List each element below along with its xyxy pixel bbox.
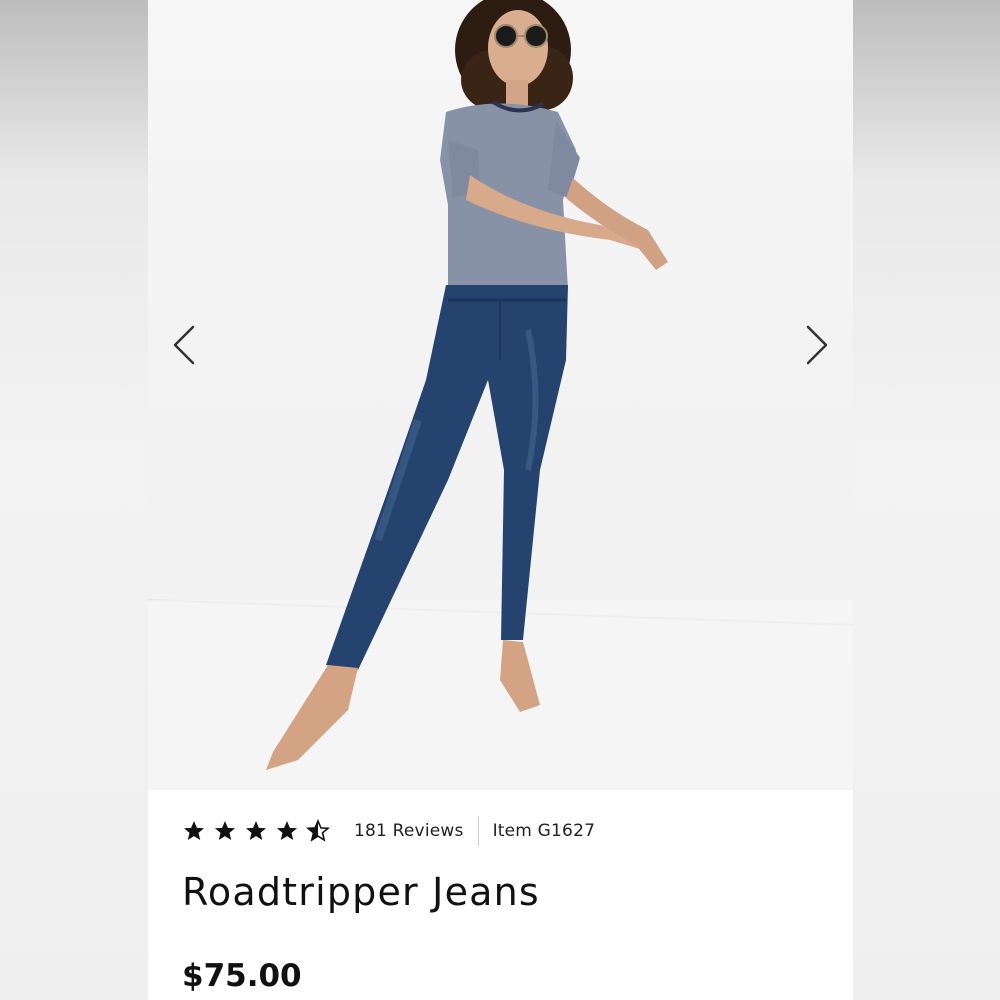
item-number: Item G1627 xyxy=(492,821,596,841)
star-icon xyxy=(184,821,204,840)
star-rating[interactable] xyxy=(182,819,330,843)
previous-image-button[interactable] xyxy=(163,315,203,375)
chevron-right-icon xyxy=(806,325,828,365)
star-icon xyxy=(277,821,297,840)
product-title: Roadtripper Jeans xyxy=(182,870,540,914)
model-photo xyxy=(148,0,853,790)
chevron-left-icon xyxy=(173,325,195,365)
rating-row: 181 Reviews Item G1627 xyxy=(182,816,595,846)
left-backdrop xyxy=(0,0,148,1000)
star-icon xyxy=(306,819,330,842)
rating-divider xyxy=(477,816,479,846)
reviews-link[interactable]: 181 Reviews xyxy=(354,821,464,841)
product-price: $75.00 xyxy=(182,958,302,994)
product-info: 181 Reviews Item G1627 Roadtripper Jeans… xyxy=(148,790,853,1000)
product-page: 181 Reviews Item G1627 Roadtripper Jeans… xyxy=(148,0,853,1000)
next-image-button[interactable] xyxy=(798,315,838,375)
right-backdrop xyxy=(853,0,1000,1000)
star-icon xyxy=(215,821,235,840)
star-icon xyxy=(246,821,266,840)
product-image[interactable] xyxy=(148,0,853,790)
